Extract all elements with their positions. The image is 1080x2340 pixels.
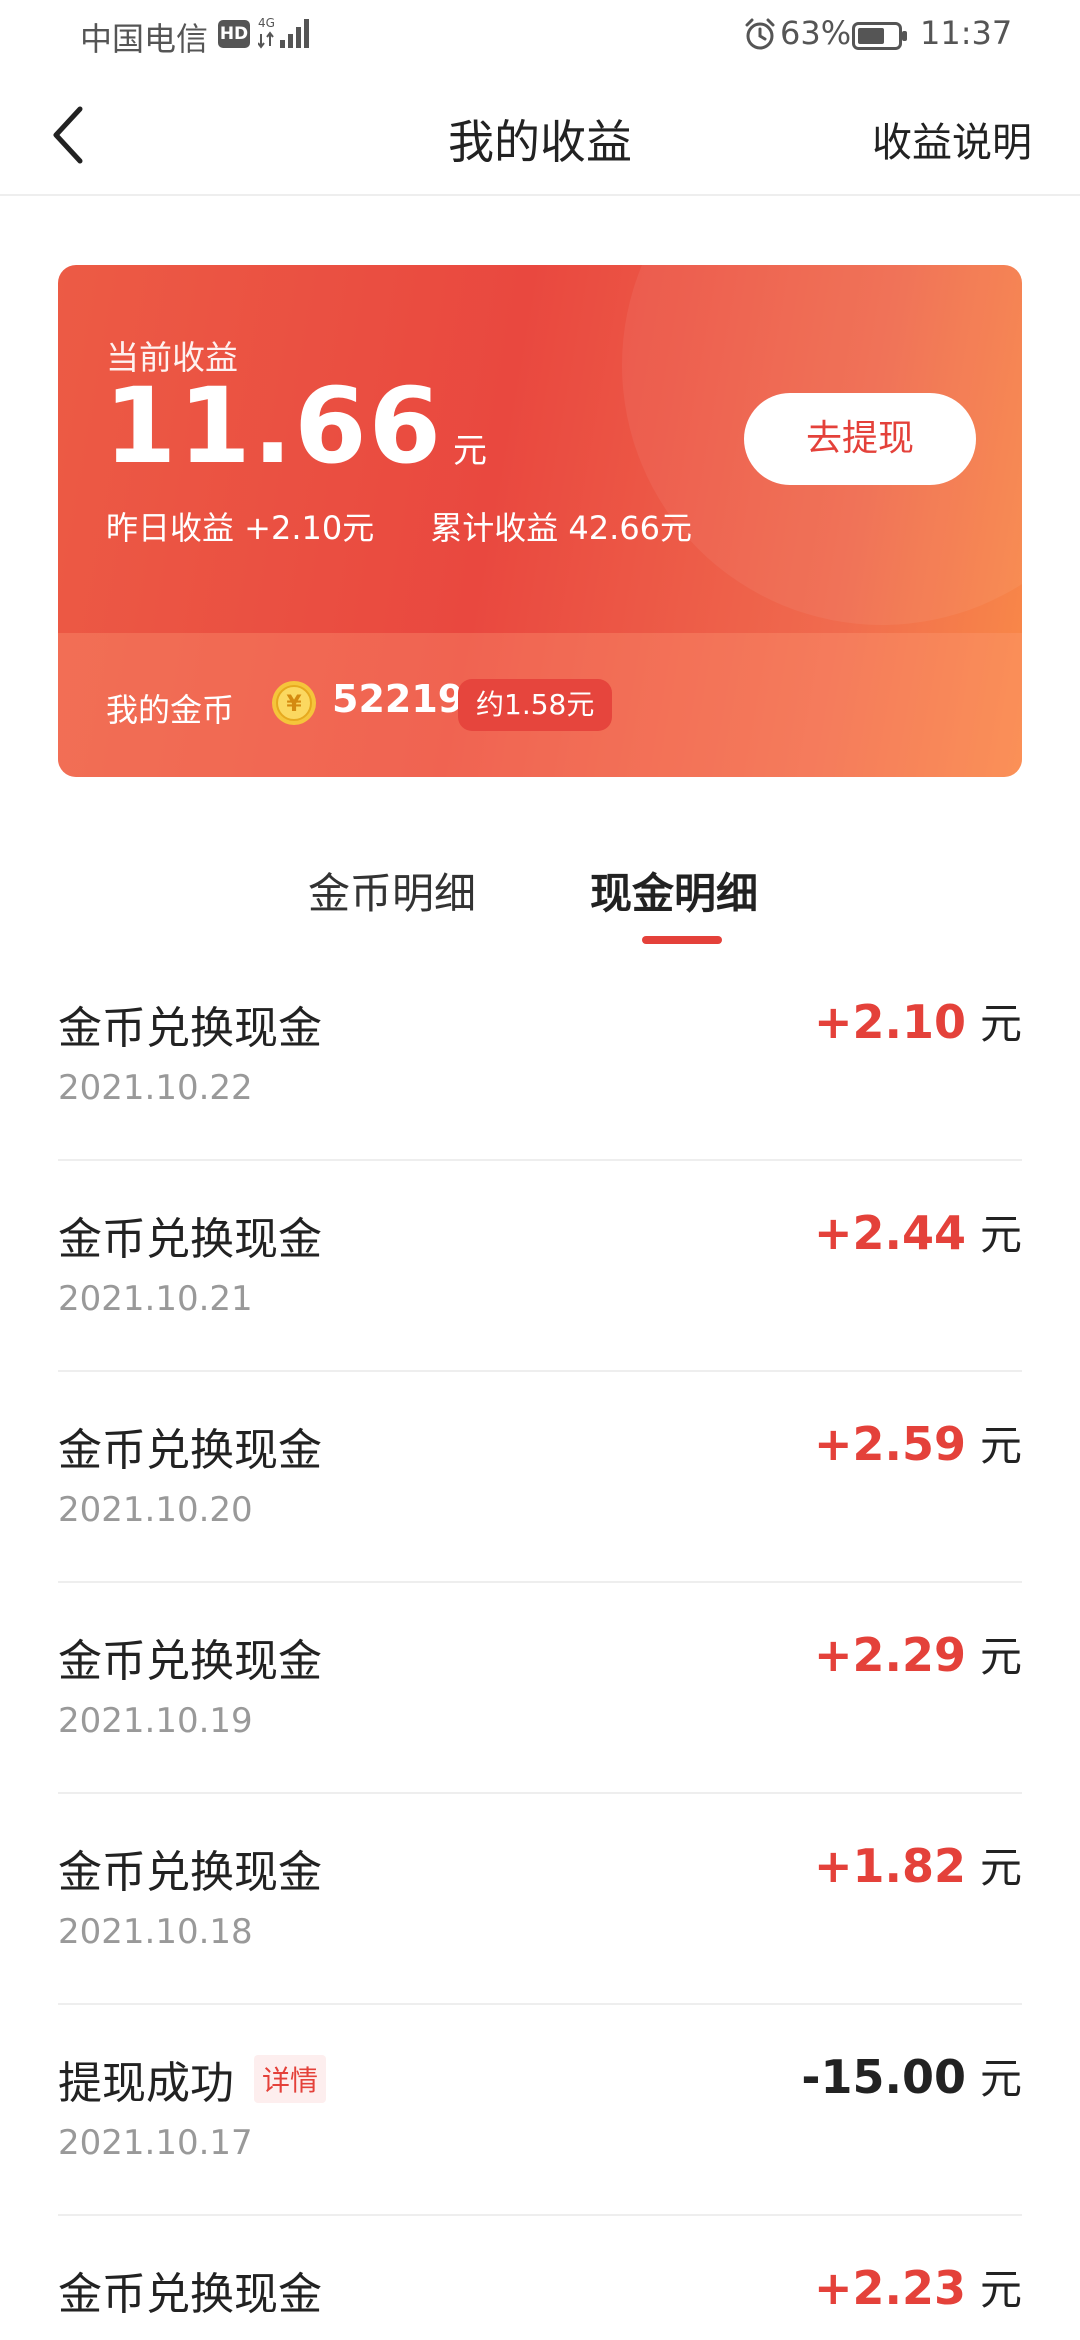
record-title-text: 金币兑换现金: [58, 1425, 322, 1476]
list-item[interactable]: 金币兑换现金 2021.10.19 +2.29 元: [58, 1583, 1022, 1794]
record-amount-unit: 元: [979, 999, 1022, 1048]
coin-approx-value-badge: 约1.58元: [458, 679, 613, 731]
gold-coin-icon: ¥: [272, 681, 316, 725]
network-type: 4G: [258, 16, 275, 30]
clock: 11:37: [920, 14, 1013, 52]
earnings-summary: 昨日收益 +2.10元 累计收益 42.66元: [106, 503, 692, 549]
record-title-text: 金币兑换现金: [58, 1847, 322, 1898]
carrier-name: 中国电信: [80, 20, 209, 58]
tab-coin-details[interactable]: 金币明细: [308, 860, 476, 921]
list-item[interactable]: 金币兑换现金 2021.10.22 +2.10 元: [58, 950, 1022, 1161]
record-title: 金币兑换现金: [58, 992, 322, 1056]
current-earnings-value: 11.66: [104, 365, 443, 487]
record-date: 2021.10.18: [58, 1912, 253, 1952]
hd-badge: HD: [218, 20, 250, 48]
withdraw-button[interactable]: 去提现: [744, 393, 976, 485]
record-amount: +2.23 元: [814, 2256, 1022, 2317]
record-date: 2021.10.22: [58, 1068, 253, 1108]
record-amount: +1.82 元: [814, 1834, 1022, 1895]
list-item[interactable]: 金币兑换现金 2021.10.18 +1.82 元: [58, 1794, 1022, 2005]
status-bar: 中国电信 HD 4G 63% 11:37: [0, 0, 1080, 72]
alarm-icon: [745, 18, 775, 50]
record-title: 金币兑换现金: [58, 1625, 322, 1689]
coin-section[interactable]: 我的金币 ¥ 52219 约1.58元: [58, 633, 1022, 777]
record-date: 2021.10.20: [58, 1490, 253, 1530]
record-amount-value: +1.82: [813, 1839, 966, 1893]
record-title-text: 金币兑换现金: [58, 2269, 322, 2320]
record-amount: +2.59 元: [814, 1412, 1022, 1473]
active-tab-indicator: [642, 936, 722, 944]
list-item[interactable]: 金币兑换现金 2021.10.20 +2.59 元: [58, 1372, 1022, 1583]
record-amount-unit: 元: [979, 2054, 1022, 2103]
current-earnings-unit: 元: [452, 431, 487, 471]
record-amount-unit: 元: [979, 1632, 1022, 1681]
record-amount-value: -15.00: [801, 2050, 966, 2104]
record-amount-value: +2.29: [813, 1628, 966, 1682]
record-amount-value: +2.59: [813, 1417, 966, 1471]
record-amount-unit: 元: [979, 1421, 1022, 1470]
record-title-text: 金币兑换现金: [58, 1003, 322, 1054]
record-title: 金币兑换现金: [58, 1203, 322, 1267]
my-coins-label: 我的金币: [106, 691, 235, 729]
coin-symbol: ¥: [286, 692, 302, 717]
record-date: 2021.10.21: [58, 1279, 253, 1319]
coin-count: 52219: [332, 677, 465, 721]
cash-record-list: 金币兑换现金 2021.10.22 +2.10 元 金币兑换现金 2021.10…: [58, 950, 1022, 2340]
record-amount: +2.44 元: [814, 1201, 1022, 1262]
list-item[interactable]: 提现成功 详情 2021.10.17 -15.00 元: [58, 2005, 1022, 2216]
total-earnings: 累计收益 42.66元: [430, 509, 693, 547]
record-amount-value: +2.23: [813, 2261, 966, 2315]
record-title-text: 金币兑换现金: [58, 1636, 322, 1687]
record-date: 2021.10.17: [58, 2123, 253, 2163]
current-earnings-amount: 11.66 元: [104, 365, 487, 487]
list-item[interactable]: 金币兑换现金 +2.23 元: [58, 2216, 1022, 2340]
record-title: 金币兑换现金: [58, 1414, 322, 1478]
record-amount: +2.10 元: [814, 990, 1022, 1051]
record-amount-value: +2.44: [813, 1206, 966, 1260]
record-amount-unit: 元: [979, 1210, 1022, 1259]
tab-cash-details[interactable]: 现金明细: [590, 860, 758, 921]
record-amount-value: +2.10: [813, 995, 966, 1049]
record-title: 金币兑换现金: [58, 1836, 322, 1900]
battery-percent: 63%: [780, 14, 852, 52]
signal-icon: 4G: [258, 16, 309, 49]
earnings-card: 当前收益 11.66 元 去提现 昨日收益 +2.10元 累计收益 42.66元…: [58, 265, 1022, 777]
nav-bar: 我的收益 收益说明: [0, 80, 1080, 196]
record-date: 2021.10.19: [58, 1701, 253, 1741]
record-title: 金币兑换现金: [58, 2258, 322, 2322]
battery-icon: [852, 22, 907, 50]
earnings-explanation-link[interactable]: 收益说明: [872, 110, 1032, 168]
record-amount-unit: 元: [979, 2265, 1022, 2314]
record-amount: -15.00 元: [801, 2045, 1022, 2106]
record-amount-unit: 元: [979, 1843, 1022, 1892]
yesterday-earnings: 昨日收益 +2.10元: [106, 509, 375, 547]
record-title-text: 提现成功: [58, 2058, 234, 2109]
details-link[interactable]: 详情: [254, 2055, 327, 2103]
record-title-text: 金币兑换现金: [58, 1214, 322, 1265]
list-item[interactable]: 金币兑换现金 2021.10.21 +2.44 元: [58, 1161, 1022, 1372]
record-title: 提现成功 详情: [58, 2047, 327, 2111]
record-amount: +2.29 元: [814, 1623, 1022, 1684]
detail-tabs: 金币明细 现金明细: [0, 850, 1080, 950]
